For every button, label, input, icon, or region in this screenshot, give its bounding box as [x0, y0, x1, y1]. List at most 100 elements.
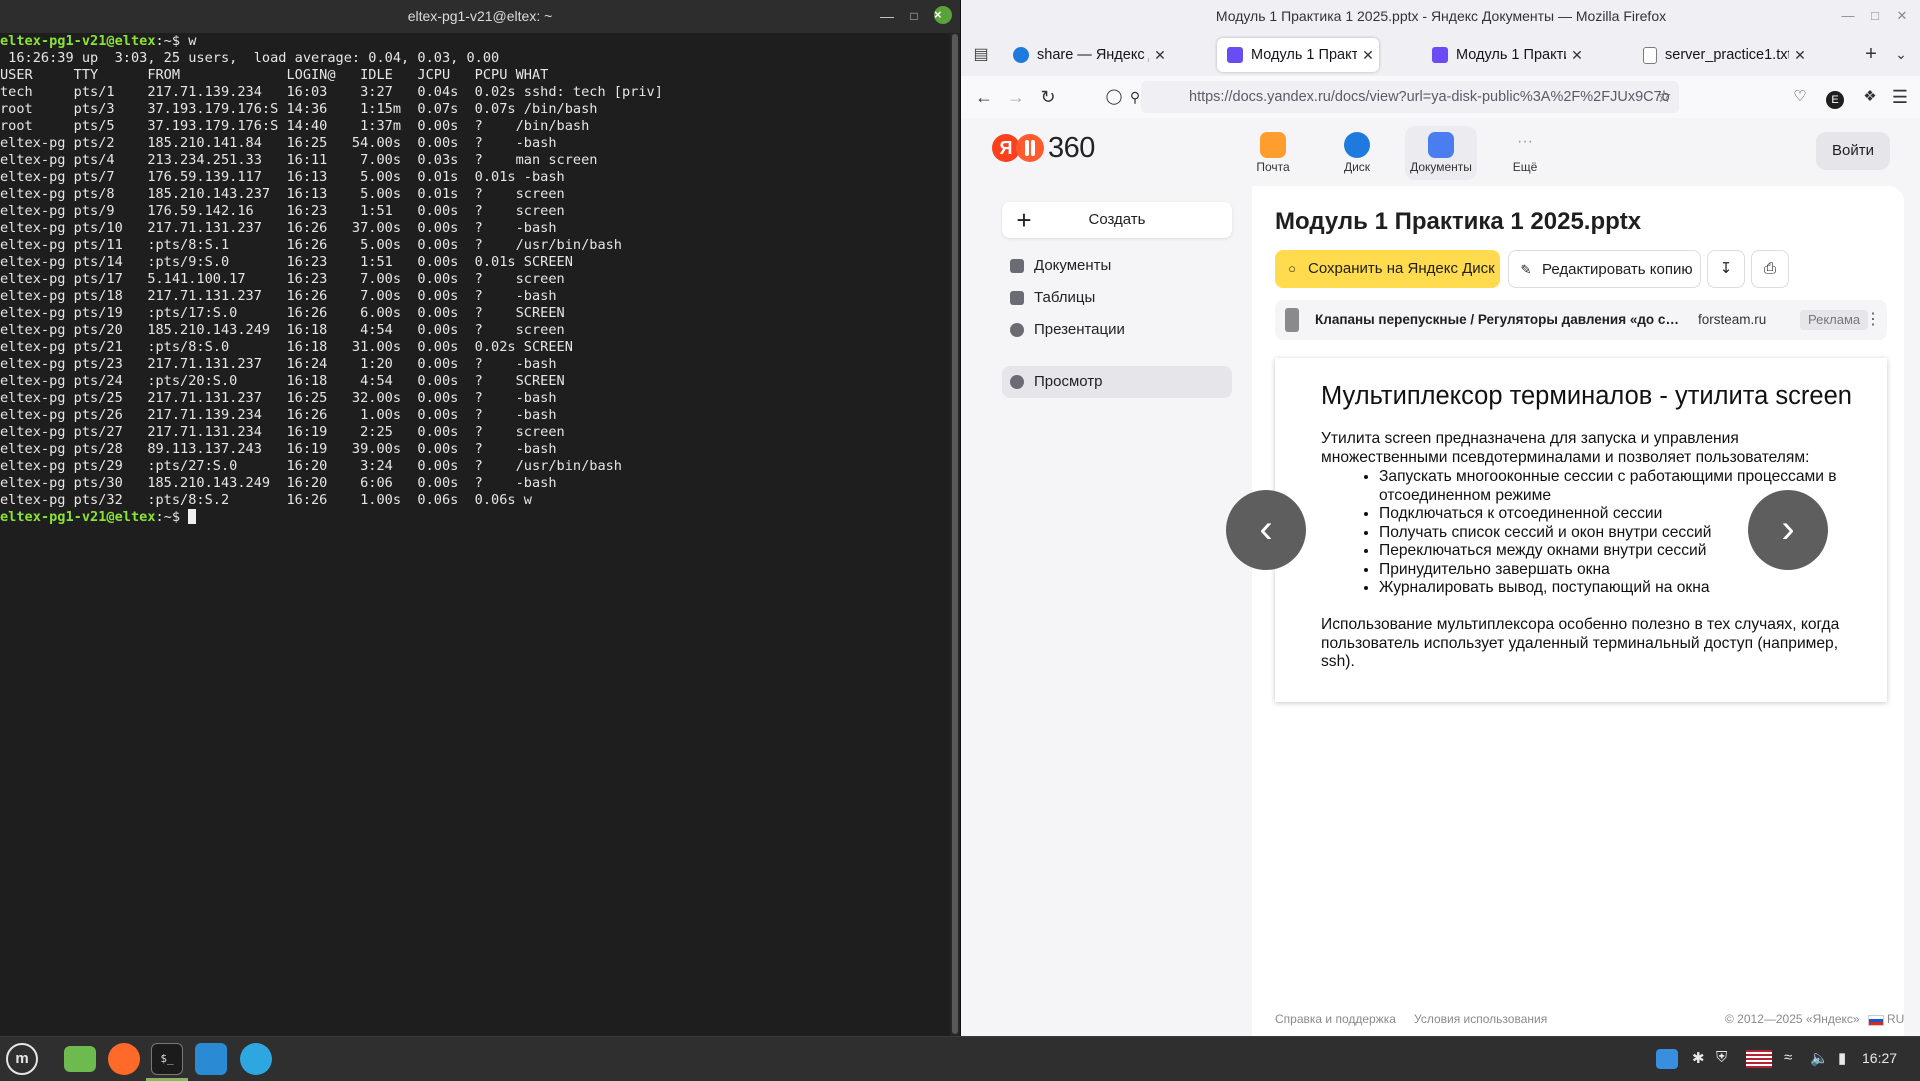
ad-banner[interactable]: Клапаны перепускные / Регуляторы давлени… [1275, 300, 1887, 340]
globe-icon [1010, 375, 1024, 389]
firefox-icon[interactable] [108, 1043, 140, 1075]
service-disk[interactable]: Диск [1321, 126, 1393, 180]
yandex-360-logo[interactable]: Я 360 [992, 132, 1095, 164]
print-icon[interactable]: ⎙ [1751, 250, 1789, 288]
terminal-scrollbar-thumb[interactable] [952, 34, 958, 1034]
tab-close-icon[interactable]: ✕ [1789, 47, 1811, 64]
tab-list-icon[interactable]: ▤ [971, 45, 991, 65]
ad-text[interactable]: Клапаны перепускные / Регуляторы давлени… [1315, 300, 1685, 340]
session-row: eltex-pg pts/11 :pts/8:S.1 16:26 5.00s 0… [0, 237, 622, 253]
firefox-window[interactable]: Модуль 1 Практика 1 2025.pptx - Яндекс Д… [960, 0, 1920, 1036]
sidebar: Создать + Документы Таблицы Презентации [982, 186, 1252, 1036]
url-text[interactable]: https://docs.yandex.ru/docs/view?url=ya-… [1189, 81, 1669, 113]
maximize-icon[interactable]: □ [906, 8, 922, 24]
edit-button-label: Редактировать копию [1542, 261, 1693, 278]
download-icon[interactable]: ↧ [1707, 250, 1745, 288]
page-content: Я 360 Почта Диск Документы ··· Ещё Войти [961, 118, 1920, 1036]
prompt: eltex-pg1-v21@eltex [0, 509, 156, 525]
pencil-icon: ✎ [1520, 262, 1532, 277]
terminal-icon[interactable]: $_ [151, 1043, 183, 1075]
logo-mark [1016, 134, 1044, 162]
chevron-down-icon[interactable]: ⌄ [1891, 44, 1911, 64]
shield-icon[interactable]: ⛨ [1716, 1049, 1727, 1066]
files-icon[interactable] [64, 1046, 96, 1072]
service-documents[interactable]: Документы [1405, 126, 1477, 180]
session-row: tech pts/1 217.71.139.234 16:03 3:27 0.0… [0, 84, 663, 100]
table-icon [1010, 291, 1024, 305]
text-file-icon [1643, 46, 1657, 64]
reload-icon[interactable]: ↻ [1036, 85, 1060, 109]
session-row: eltex-pg pts/26 217.71.139.234 16:26 1.0… [0, 407, 557, 423]
vscode-icon[interactable] [195, 1043, 227, 1075]
clock[interactable]: 16:27 [1862, 1050, 1897, 1066]
new-tab-icon[interactable]: + [1861, 44, 1881, 64]
sidebar-item-label: Таблицы [1034, 289, 1096, 306]
sidebar-item-presentations[interactable]: Презентации [1002, 314, 1232, 346]
page-footer: Справка и поддержка Условия использовани… [1275, 1012, 1905, 1032]
pocket-icon[interactable]: ♡ [1788, 85, 1812, 109]
terms-link[interactable]: Условия использования [1414, 1012, 1547, 1026]
session-row: eltex-pg pts/8 185.210.143.237 16:13 5.0… [0, 186, 565, 202]
forward-icon[interactable]: → [1004, 85, 1028, 109]
disk-icon: ○ [1288, 261, 1296, 276]
tab-bar: ▤ share — Яндекс Диск ✕ Модуль 1 Практик… [961, 33, 1920, 76]
tab-document-active[interactable]: Модуль 1 Практика 1 2025 ✕ [1217, 38, 1379, 72]
tab-close-icon[interactable]: ✕ [1149, 47, 1171, 64]
previous-slide-button[interactable]: ‹ [1226, 490, 1306, 570]
create-button[interactable]: Создать + [1002, 202, 1232, 238]
terminal-window[interactable]: eltex-pg1-v21@eltex: ~ — □ × eltex-pg1-v… [0, 0, 960, 1036]
bookmark-star-icon[interactable]: ☆ [1653, 86, 1675, 108]
tab-close-icon[interactable]: ✕ [1566, 47, 1588, 64]
extensions-icon[interactable]: ❖ [1858, 85, 1882, 109]
ad-site[interactable]: forsteam.ru [1698, 300, 1766, 340]
minimize-icon[interactable]: — [879, 8, 895, 24]
prompt: eltex-pg1-v21@eltex [0, 33, 156, 49]
url-bar[interactable]: https://docs.yandex.ru/docs/view?url=ya-… [1141, 81, 1679, 113]
telegram-icon[interactable] [240, 1043, 272, 1075]
sidebar-item-view[interactable]: Просмотр [1002, 366, 1232, 398]
session-row: eltex-pg pts/24 :pts/20:S.0 16:18 4:54 0… [0, 373, 565, 389]
mint-menu-icon[interactable]: m [6, 1043, 38, 1075]
column-header: USER TTY FROM LOGIN@ IDLE JCPU PCPU WHAT [0, 67, 549, 83]
sidebar-item-tables[interactable]: Таблицы [1002, 282, 1232, 314]
menu-icon[interactable]: ☰ [1888, 85, 1912, 109]
support-link[interactable]: Справка и поддержка [1275, 1012, 1396, 1026]
prompt-suffix: :~$ [155, 33, 189, 49]
keyboard-layout-flag-icon[interactable] [1746, 1050, 1772, 1068]
language-switch[interactable]: RU [1887, 1012, 1904, 1026]
service-label: Почта [1256, 160, 1290, 174]
tab-close-icon[interactable]: ✕ [1357, 47, 1379, 64]
maximize-icon[interactable]: □ [1868, 9, 1882, 23]
terminal-output[interactable]: eltex-pg1-v21@eltex:~$ w 16:26:39 up 3:0… [0, 33, 950, 1036]
yandex-header: Я 360 Почта Диск Документы ··· Ещё Войти [961, 118, 1920, 182]
session-row: eltex-pg pts/29 :pts/27:S.0 16:20 3:24 0… [0, 458, 622, 474]
tab-text-file[interactable]: server_practice1.txt ✕ [1633, 38, 1811, 72]
close-icon[interactable]: ✕ [1895, 9, 1909, 23]
taskbar: m $_ ✱ ⛨ ≈ 🔈 ▮ 16:27 [0, 1036, 1920, 1081]
battery-icon[interactable]: ▮ [1838, 1049, 1846, 1067]
service-mail[interactable]: Почта [1237, 126, 1309, 180]
back-icon[interactable]: ← [972, 85, 996, 109]
sidebar-item-documents[interactable]: Документы [1002, 250, 1232, 282]
wifi-icon[interactable]: ≈ [1784, 1049, 1792, 1066]
login-button[interactable]: Войти [1816, 132, 1890, 170]
next-slide-button[interactable]: › [1748, 490, 1828, 570]
edit-copy-button[interactable]: ✎ Редактировать копию [1508, 250, 1701, 288]
updates-icon[interactable] [1656, 1049, 1678, 1069]
close-icon[interactable]: × [934, 6, 952, 24]
session-row: eltex-pg pts/23 217.71.131.237 16:24 1:2… [0, 356, 557, 372]
tab-document[interactable]: Модуль 1 Практика 1 2025 ✕ [1422, 38, 1588, 72]
session-row: eltex-pg pts/9 176.59.142.16 16:23 1:51 … [0, 203, 565, 219]
session-row: eltex-pg pts/21 :pts/8:S.0 16:18 31.00s … [0, 339, 573, 355]
ad-image [1285, 308, 1299, 332]
tab-label: server_practice1.txt [1665, 47, 1789, 63]
account-icon[interactable]: E [1823, 85, 1847, 109]
bluetooth-icon[interactable]: ✱ [1692, 1049, 1705, 1067]
more-vertical-icon[interactable]: ⋮ [1865, 300, 1881, 340]
minimize-icon[interactable]: — [1841, 9, 1855, 23]
tab-yandex-disk[interactable]: share — Яндекс Диск ✕ [1003, 38, 1171, 72]
current-prompt-line[interactable]: eltex-pg1-v21@eltex:~$ [0, 509, 950, 526]
save-to-disk-button[interactable]: ○ Сохранить на Яндекс Диск [1275, 250, 1500, 288]
service-more[interactable]: ··· Ещё [1489, 126, 1561, 180]
volume-mute-icon[interactable]: 🔈 [1810, 1049, 1829, 1067]
